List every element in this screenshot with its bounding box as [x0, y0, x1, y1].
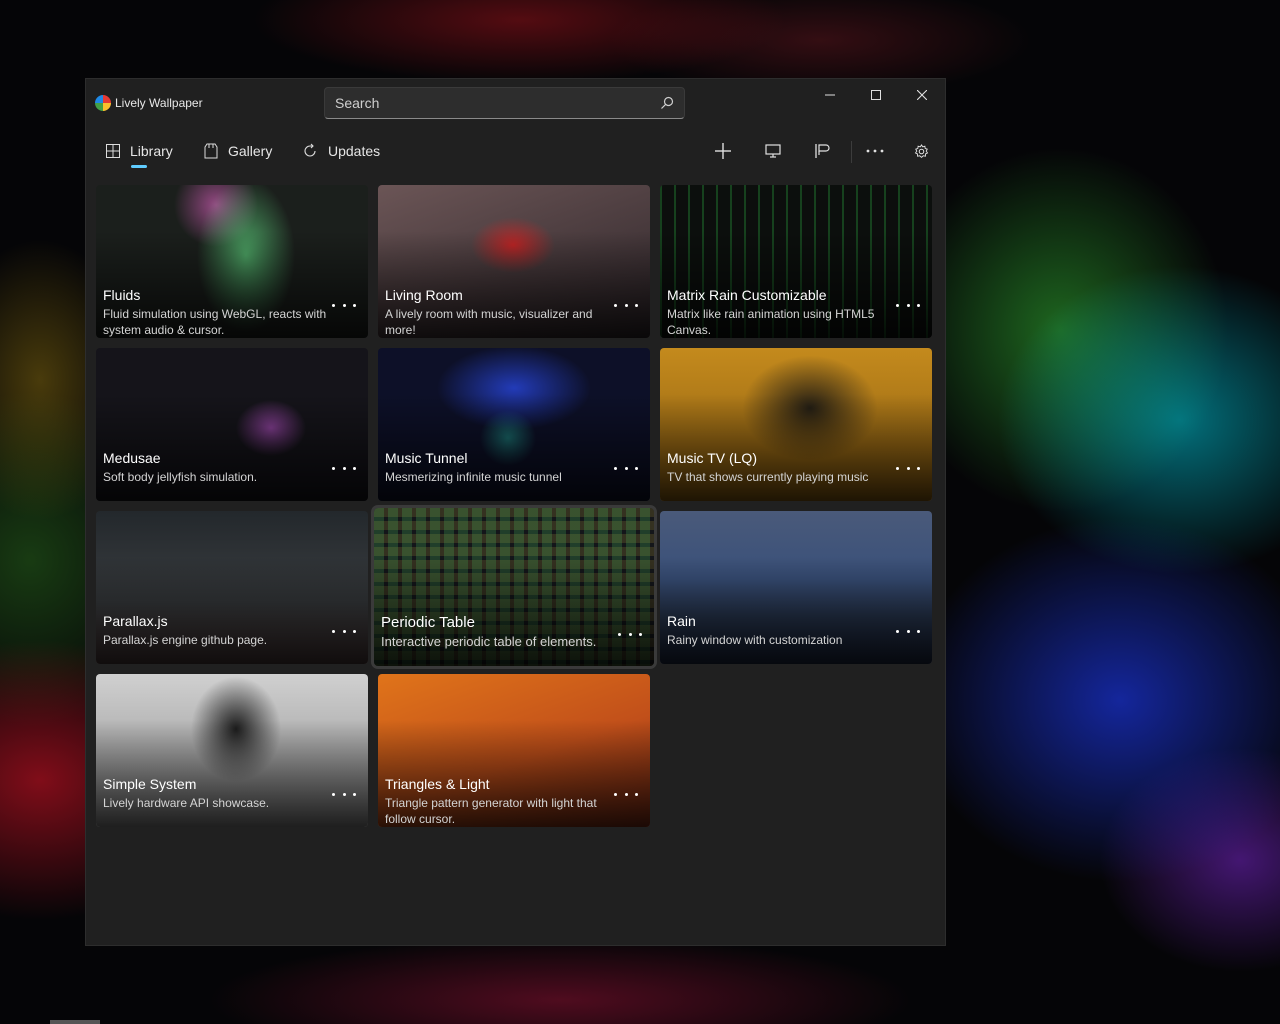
wallpaper-description: Soft body jellyfish simulation.: [103, 470, 258, 484]
add-icon: [715, 143, 731, 159]
taskbar-edge: [50, 1020, 100, 1024]
control-panel-button[interactable]: [756, 135, 790, 167]
tab-updates[interactable]: Updates: [302, 135, 380, 167]
minimize-button[interactable]: [807, 79, 853, 111]
library-icon: [106, 144, 120, 158]
wallpaper-title: Simple System: [103, 776, 197, 792]
wallpaper-card[interactable]: Triangles & Light Triangle pattern gener…: [378, 674, 650, 827]
wallpaper-description: Parallax.js engine github page.: [103, 633, 268, 647]
wallpaper-description: Lively hardware API showcase.: [103, 796, 270, 810]
card-more-icon[interactable]: [332, 297, 356, 313]
wallpaper-description: Triangle pattern generator with light th…: [385, 796, 597, 826]
settings-button[interactable]: [904, 135, 938, 167]
wallpaper-card[interactable]: Music Tunnel Mesmerizing infinite music …: [378, 348, 650, 501]
card-more-icon[interactable]: [614, 460, 638, 476]
selected-tab-indicator: [131, 165, 147, 168]
title-bar[interactable]: Lively Wallpaper: [86, 79, 945, 127]
wallpaper-description: Interactive periodic table of elements.: [381, 634, 597, 649]
search-icon[interactable]: [660, 96, 674, 110]
more-icon: [866, 149, 884, 153]
refresh-icon: [304, 143, 316, 157]
wallpaper-title: Periodic Table: [381, 614, 475, 631]
customize-icon: [815, 144, 830, 158]
maximize-button[interactable]: [853, 79, 899, 111]
wallpaper-title: Rain: [667, 613, 696, 629]
wallpaper-title: Music Tunnel: [385, 450, 468, 466]
wallpaper-title: Matrix Rain Customizable: [667, 287, 827, 303]
tab-gallery-label: Gallery: [228, 143, 273, 159]
card-more-icon[interactable]: [614, 297, 638, 313]
wallpaper-title: Living Room: [385, 287, 463, 303]
tab-library[interactable]: Library: [106, 135, 173, 167]
wallpaper-description: Rainy window with customization: [667, 633, 843, 647]
card-more-icon[interactable]: [896, 297, 920, 313]
wallpaper-card[interactable]: Periodic Table Interactive periodic tabl…: [371, 505, 657, 669]
wallpaper-card[interactable]: Fluids Fluid simulation using WebGL, rea…: [96, 185, 368, 338]
settings-icon: [914, 143, 928, 158]
wallpaper-card[interactable]: Living Room A lively room with music, vi…: [378, 185, 650, 338]
card-more-icon[interactable]: [896, 460, 920, 476]
search-input[interactable]: [335, 94, 635, 112]
wallpaper-card[interactable]: Music TV (LQ) TV that shows currently pl…: [660, 348, 932, 501]
wallpaper-title: Fluids: [103, 287, 141, 303]
card-more-icon[interactable]: [332, 623, 356, 639]
app-logo-icon: [95, 95, 111, 111]
card-more-icon[interactable]: [614, 786, 638, 802]
card-more-icon[interactable]: [332, 460, 356, 476]
add-wallpaper-button[interactable]: [706, 135, 740, 167]
maximize-icon: [871, 90, 881, 100]
wallpaper-title: Medusae: [103, 450, 161, 466]
wallpaper-title: Triangles & Light: [385, 776, 490, 792]
wallpaper-description: Fluid simulation using WebGL, reacts wit…: [103, 307, 327, 337]
app-title: Lively Wallpaper: [115, 96, 203, 110]
wallpaper-title: Music TV (LQ): [667, 450, 757, 466]
customize-button[interactable]: [805, 135, 839, 167]
wallpaper-card[interactable]: Matrix Rain Customizable Matrix like rai…: [660, 185, 932, 338]
wallpaper-card[interactable]: Rain Rainy window with customization: [660, 511, 932, 664]
wallpaper-card[interactable]: Simple System Lively hardware API showca…: [96, 674, 368, 827]
card-more-icon[interactable]: [332, 786, 356, 802]
card-more-icon[interactable]: [896, 623, 920, 639]
close-icon: [917, 90, 927, 100]
wallpaper-card[interactable]: Parallax.js Parallax.js engine github pa…: [96, 511, 368, 664]
wallpaper-description: Mesmerizing infinite music tunnel: [385, 470, 562, 484]
wallpaper-description: Matrix like rain animation using HTML5 C…: [667, 307, 875, 337]
search-box[interactable]: [324, 87, 685, 119]
minimize-icon: [825, 94, 835, 96]
app-window: Lively Wallpaper Library: [85, 78, 946, 946]
wallpaper-description: A lively room with music, visualizer and…: [385, 307, 593, 337]
close-button[interactable]: [899, 79, 945, 111]
card-more-icon[interactable]: [618, 626, 642, 642]
wallpaper-title: Parallax.js: [103, 613, 168, 629]
toolbar-separator: [851, 141, 852, 163]
wallpaper-card[interactable]: Medusae Soft body jellyfish simulation.: [96, 348, 368, 501]
more-options-button[interactable]: [858, 135, 892, 167]
tab-gallery[interactable]: Gallery: [204, 135, 272, 167]
screen-icon: [765, 144, 781, 158]
gallery-icon: [204, 143, 218, 159]
wallpaper-description: TV that shows currently playing music: [667, 470, 869, 484]
tab-library-label: Library: [130, 143, 173, 159]
tab-updates-label: Updates: [328, 143, 381, 159]
